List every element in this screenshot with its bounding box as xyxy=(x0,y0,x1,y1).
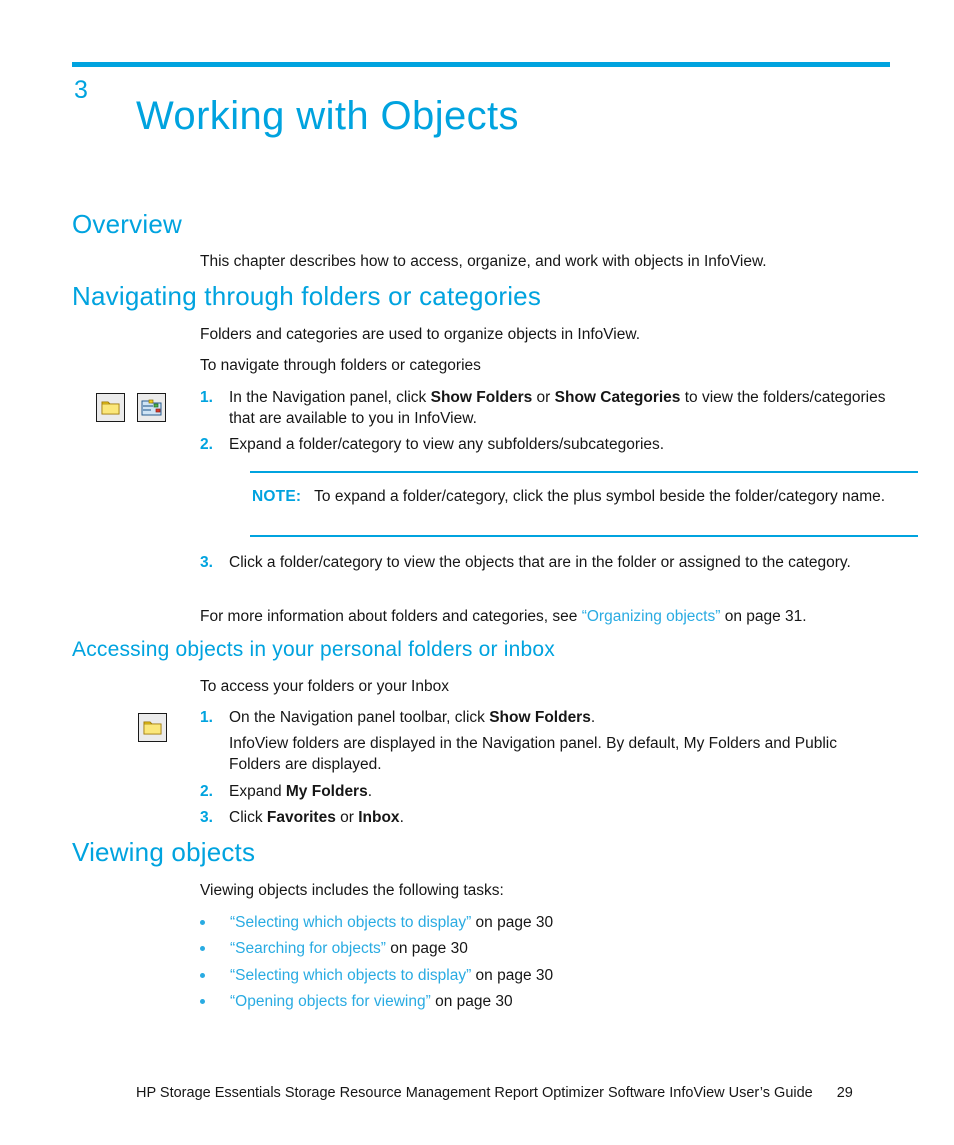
note-block: NOTE: To expand a folder/category, click… xyxy=(252,486,912,507)
accessing-step1-continuation: InfoView folders are displayed in the Na… xyxy=(229,735,838,773)
xref-link-selecting-which-objects-to-display[interactable]: Selecting which objects to display xyxy=(235,914,466,931)
list-marker: 1. xyxy=(200,709,213,726)
xref-paragraph: For more information about folders and c… xyxy=(200,606,900,627)
show-folders-icon[interactable] xyxy=(138,713,167,742)
list-marker: 3. xyxy=(200,554,213,571)
list-item-text: Expand My Folders. xyxy=(229,783,373,800)
heading-accessing: Accessing objects in your personal folde… xyxy=(72,638,555,661)
heading-viewing: Viewing objects xyxy=(72,837,256,867)
list-item-text: Click a folder/category to view the obje… xyxy=(229,554,851,571)
list-item: 3. Click a folder/category to view the o… xyxy=(200,552,880,573)
page-footer: HP Storage Essentials Storage Resource M… xyxy=(136,1084,853,1102)
list-item: 2. Expand My Folders. xyxy=(200,781,880,802)
xref-link-searching-for-objects[interactable]: Searching for objects xyxy=(235,940,381,957)
list-item: “Searching for objects” on page 30 xyxy=(200,938,468,959)
xref-before: For more information about folders and c… xyxy=(200,608,582,625)
footer-page-number: 29 xyxy=(836,1085,853,1101)
list-item-text: Expand a folder/category to view any sub… xyxy=(229,436,665,453)
list-marker: 2. xyxy=(200,783,213,800)
chapter-rule xyxy=(72,62,890,67)
xref-link-opening-objects-for-viewing[interactable]: Opening objects for viewing xyxy=(235,993,425,1010)
bullet-dot-icon xyxy=(200,999,205,1004)
note-rule-top xyxy=(250,471,918,473)
navigating-lead-in: To navigate through folders or categorie… xyxy=(200,357,481,374)
list-item-text: In the Navigation panel, click Show Fold… xyxy=(229,389,886,427)
chapter-number: 3 xyxy=(74,76,89,104)
list-item-text: “Opening objects for viewing” on page 30 xyxy=(230,993,513,1010)
list-marker: 1. xyxy=(200,389,213,406)
list-item: 2. Expand a folder/category to view any … xyxy=(200,434,890,455)
show-folders-icon[interactable] xyxy=(96,393,125,422)
heading-overview: Overview xyxy=(72,209,182,239)
list-item: 1. On the Navigation panel toolbar, clic… xyxy=(200,707,880,728)
list-marker: 3. xyxy=(200,809,213,826)
list-item: “Selecting which objects to display” on … xyxy=(200,965,553,986)
document-page: 3 Working with Objects Overview This cha… xyxy=(0,0,954,1145)
bullet-dot-icon xyxy=(200,920,205,925)
bullet-dot-icon xyxy=(200,973,205,978)
navigating-intro: Folders and categories are used to organ… xyxy=(200,326,641,343)
note-rule-bottom xyxy=(250,535,918,537)
heading-navigating: Navigating through folders or categories xyxy=(72,281,542,311)
overview-paragraph: This chapter describes how to access, or… xyxy=(200,253,767,270)
list-item-text: On the Navigation panel toolbar, click S… xyxy=(229,709,596,726)
bullet-dot-icon xyxy=(200,946,205,951)
note-text: To expand a folder/category, click the p… xyxy=(314,488,886,505)
list-item-text: “Selecting which objects to display” on … xyxy=(230,967,554,984)
xref-after: on page 31. xyxy=(720,608,807,625)
list-item: 1. In the Navigation panel, click Show F… xyxy=(200,387,890,429)
chapter-title: Working with Objects xyxy=(136,94,519,138)
list-item: “Opening objects for viewing” on page 30 xyxy=(200,991,513,1012)
list-item: 3. Click Favorites or Inbox. xyxy=(200,807,880,828)
show-categories-icon[interactable] xyxy=(137,393,166,422)
xref-link-selecting-which-objects-to-display[interactable]: Selecting which objects to display xyxy=(235,967,466,984)
list-item-text: “Searching for objects” on page 30 xyxy=(230,940,468,957)
xref-link-organizing-objects[interactable]: Organizing objects xyxy=(587,608,715,625)
viewing-intro: Viewing objects includes the following t… xyxy=(200,882,504,899)
accessing-lead-in: To access your folders or your Inbox xyxy=(200,678,449,695)
list-item-text: “Selecting which objects to display” on … xyxy=(230,914,554,931)
list-item-text: Click Favorites or Inbox. xyxy=(229,809,404,826)
note-label: NOTE: xyxy=(252,488,302,505)
list-marker: 2. xyxy=(200,436,213,453)
footer-title: HP Storage Essentials Storage Resource M… xyxy=(136,1085,813,1101)
list-item: “Selecting which objects to display” on … xyxy=(200,912,553,933)
